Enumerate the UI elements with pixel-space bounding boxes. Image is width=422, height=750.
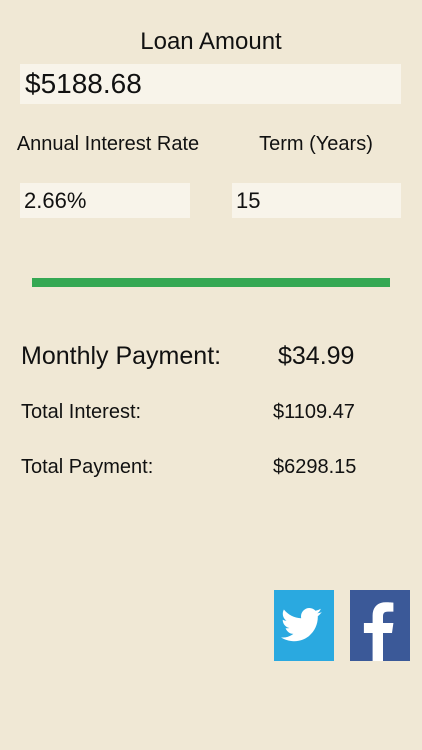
facebook-share-button[interactable] (350, 590, 410, 661)
twitter-share-button[interactable] (274, 590, 334, 661)
progress-fill (32, 278, 390, 287)
total-payment-label: Total Payment: (21, 456, 154, 478)
interest-rate-field[interactable] (20, 183, 190, 218)
total-interest-value: $1109.47 (273, 401, 355, 423)
loan-amount-label: Loan Amount (140, 28, 282, 55)
total-payment-value: $6298.15 (273, 456, 357, 478)
term-field[interactable] (232, 183, 401, 218)
total-interest-label: Total Interest: (21, 401, 142, 423)
progress-bar (32, 278, 390, 287)
interest-rate-label: Annual Interest Rate (16, 133, 200, 155)
facebook-f-icon (363, 602, 394, 661)
term-label: Term (Years) (259, 133, 373, 155)
loan-amount-field[interactable] (20, 64, 401, 104)
monthly-payment-label: Monthly Payment: (21, 342, 222, 370)
twitter-bird-icon (281, 608, 322, 642)
monthly-payment-value: $34.99 (278, 342, 355, 370)
